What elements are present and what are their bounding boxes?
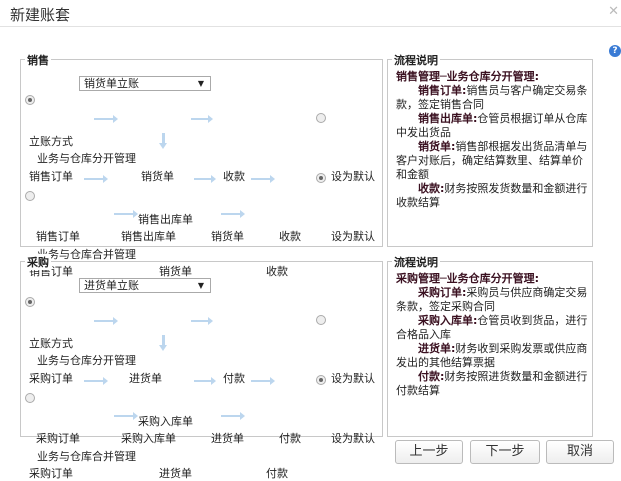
row1-default-radio[interactable] (316, 113, 326, 123)
description-item: 进货单:财务收到采购发票或供应商发出的其他结算票据 (396, 342, 588, 370)
mode-merged-label: 业务与仓库合并管理 (37, 248, 136, 261)
arrow-down-icon (159, 133, 167, 149)
default-label: 设为默认 (331, 372, 375, 385)
flow-step: 销货单 (211, 230, 244, 243)
description-item: 采购入库单:仓管员收到货品，进行合格品入库 (396, 314, 588, 342)
description-term: 收款: (418, 182, 445, 195)
arrow-right-icon (94, 317, 118, 325)
description-heading: 采购管理─业务仓库分开管理: (396, 272, 540, 285)
flow-step: 销售订单 (36, 230, 80, 243)
arrow-right-icon (221, 412, 245, 420)
mode-merged-radio[interactable] (25, 191, 35, 201)
flow-step: 收款 (279, 230, 301, 243)
arrow-right-icon (191, 317, 213, 325)
mode-separate-label: 业务与仓库分开管理 (37, 354, 136, 367)
arrow-right-icon (114, 412, 138, 420)
row2-default-radio[interactable] (316, 173, 326, 183)
flow-step: 采购订单 (29, 467, 73, 480)
arrow-right-icon (194, 175, 216, 183)
arrow-right-icon (251, 175, 275, 183)
description-term: 销售订单: (418, 84, 467, 97)
cancel-button[interactable]: 取消 (546, 440, 614, 464)
flow-step: 付款 (279, 432, 301, 445)
purchase-description-fieldset: 流程说明采购管理─业务仓库分开管理: 采购订单:采购员与供应商确定交易条款，签定采… (387, 254, 593, 437)
description-term: 付款: (418, 370, 445, 383)
chevron-down-icon: ▼ (197, 281, 204, 290)
description-item: 收款:财务按照发货数量和金额进行收款结算 (396, 182, 588, 210)
sales-legend: 销售 (25, 52, 51, 68)
description-item: 付款:财务按照进货数量和金额进行付款结算 (396, 370, 588, 398)
arrow-right-icon (194, 377, 216, 385)
description-item: 销售订单:销售员与客户确定交易条款，签定销售合同 (396, 84, 588, 112)
mode-merged-radio[interactable] (25, 393, 35, 403)
description-legend: 流程说明 (392, 254, 440, 270)
flow-step: 收款 (223, 170, 245, 183)
arrow-right-icon (94, 115, 118, 123)
flow-step: 销售出库单 (121, 230, 176, 243)
flow-step: 付款 (223, 372, 245, 385)
description-text: 销售管理─业务仓库分开管理: 销售订单:销售员与客户确定交易条款，签定销售合同 销售… (396, 70, 588, 210)
row2-default-radio[interactable] (316, 375, 326, 385)
description-text: 采购管理─业务仓库分开管理: 采购订单:采购员与供应商确定交易条款，签定采购合同采… (396, 272, 588, 398)
default-label: 设为默认 (331, 432, 375, 445)
flow-step: 销售订单 (29, 170, 73, 183)
sales-fieldset: 销售 立账方式 销货单立账 ▼ 业务与仓库分开管理 销售订单 销货单 收款 设为默认 销售出库单销… (20, 52, 383, 278)
method-label: 立账方式 (29, 135, 73, 148)
method-label: 立账方式 (29, 337, 73, 350)
mode-separate-radio[interactable] (25, 297, 35, 307)
arrow-right-icon (84, 377, 108, 385)
flow-step: 采购入库单 (121, 432, 176, 445)
close-icon[interactable]: ✕ (608, 4, 619, 19)
description-item: 销售出库单:仓管员根据订单从仓库中发出货品 (396, 112, 588, 140)
arrow-right-icon (114, 210, 138, 218)
branch-label: 销售出库单 (138, 213, 193, 226)
flow-step: 进货单 (159, 467, 192, 480)
description-term: 销货单: (418, 140, 456, 153)
description-term: 进货单: (418, 342, 456, 355)
description-term: 销售出库单: (418, 112, 478, 125)
help-icon[interactable]: ? (609, 45, 621, 57)
flow-step: 进货单 (211, 432, 244, 445)
default-label: 设为默认 (331, 170, 375, 183)
description-legend: 流程说明 (392, 52, 440, 68)
mode-separate-label: 业务与仓库分开管理 (37, 152, 136, 165)
arrow-right-icon (221, 210, 245, 218)
arrow-down-icon (159, 335, 167, 351)
chevron-down-icon: ▼ (197, 79, 204, 88)
row1-default-radio[interactable] (316, 315, 326, 325)
sales-description-fieldset: 流程说明销售管理─业务仓库分开管理: 销售订单:销售员与客户确定交易条款，签定销售… (387, 52, 593, 247)
flow-step: 销货单 (141, 170, 174, 183)
purchase-legend: 采购 (25, 254, 51, 270)
window-title: 新建账套 (10, 6, 71, 24)
description-heading: 销售管理─业务仓库分开管理: (396, 70, 540, 83)
arrow-right-icon (191, 115, 213, 123)
flow-step: 付款 (266, 467, 288, 480)
mode-merged-label: 业务与仓库合并管理 (37, 450, 136, 463)
purchase-fieldset: 采购 立账方式 进货单立账 ▼ 业务与仓库分开管理 采购订单 进货单 付款 设为默认 采购入库单采… (20, 254, 383, 480)
flow-step: 采购订单 (36, 432, 80, 445)
arrow-right-icon (84, 175, 108, 183)
selected-value: 进货单立账 (84, 279, 139, 292)
sales-method-select[interactable]: 销货单立账 ▼ (79, 76, 211, 91)
prev-button[interactable]: 上一步 (395, 440, 463, 464)
arrow-right-icon (251, 377, 275, 385)
description-item: 采购订单:采购员与供应商确定交易条款，签定采购合同 (396, 286, 588, 314)
description-item: 销货单:销售部根据发出货品清单与客户对账后，确定结算数里、结算单价和金额 (396, 140, 588, 182)
flow-step: 采购订单 (29, 372, 73, 385)
description-term: 采购订单: (418, 286, 467, 299)
title-bar: 新建账套 ✕ (0, 0, 621, 27)
next-button[interactable]: 下一步 (470, 440, 540, 464)
default-label: 设为默认 (331, 230, 375, 243)
mode-separate-radio[interactable] (25, 95, 35, 105)
description-term: 采购入库单: (418, 314, 478, 327)
flow-step: 进货单 (129, 372, 162, 385)
purchase-method-select[interactable]: 进货单立账 ▼ (79, 278, 211, 293)
branch-label: 采购入库单 (138, 415, 193, 428)
selected-value: 销货单立账 (84, 77, 139, 90)
